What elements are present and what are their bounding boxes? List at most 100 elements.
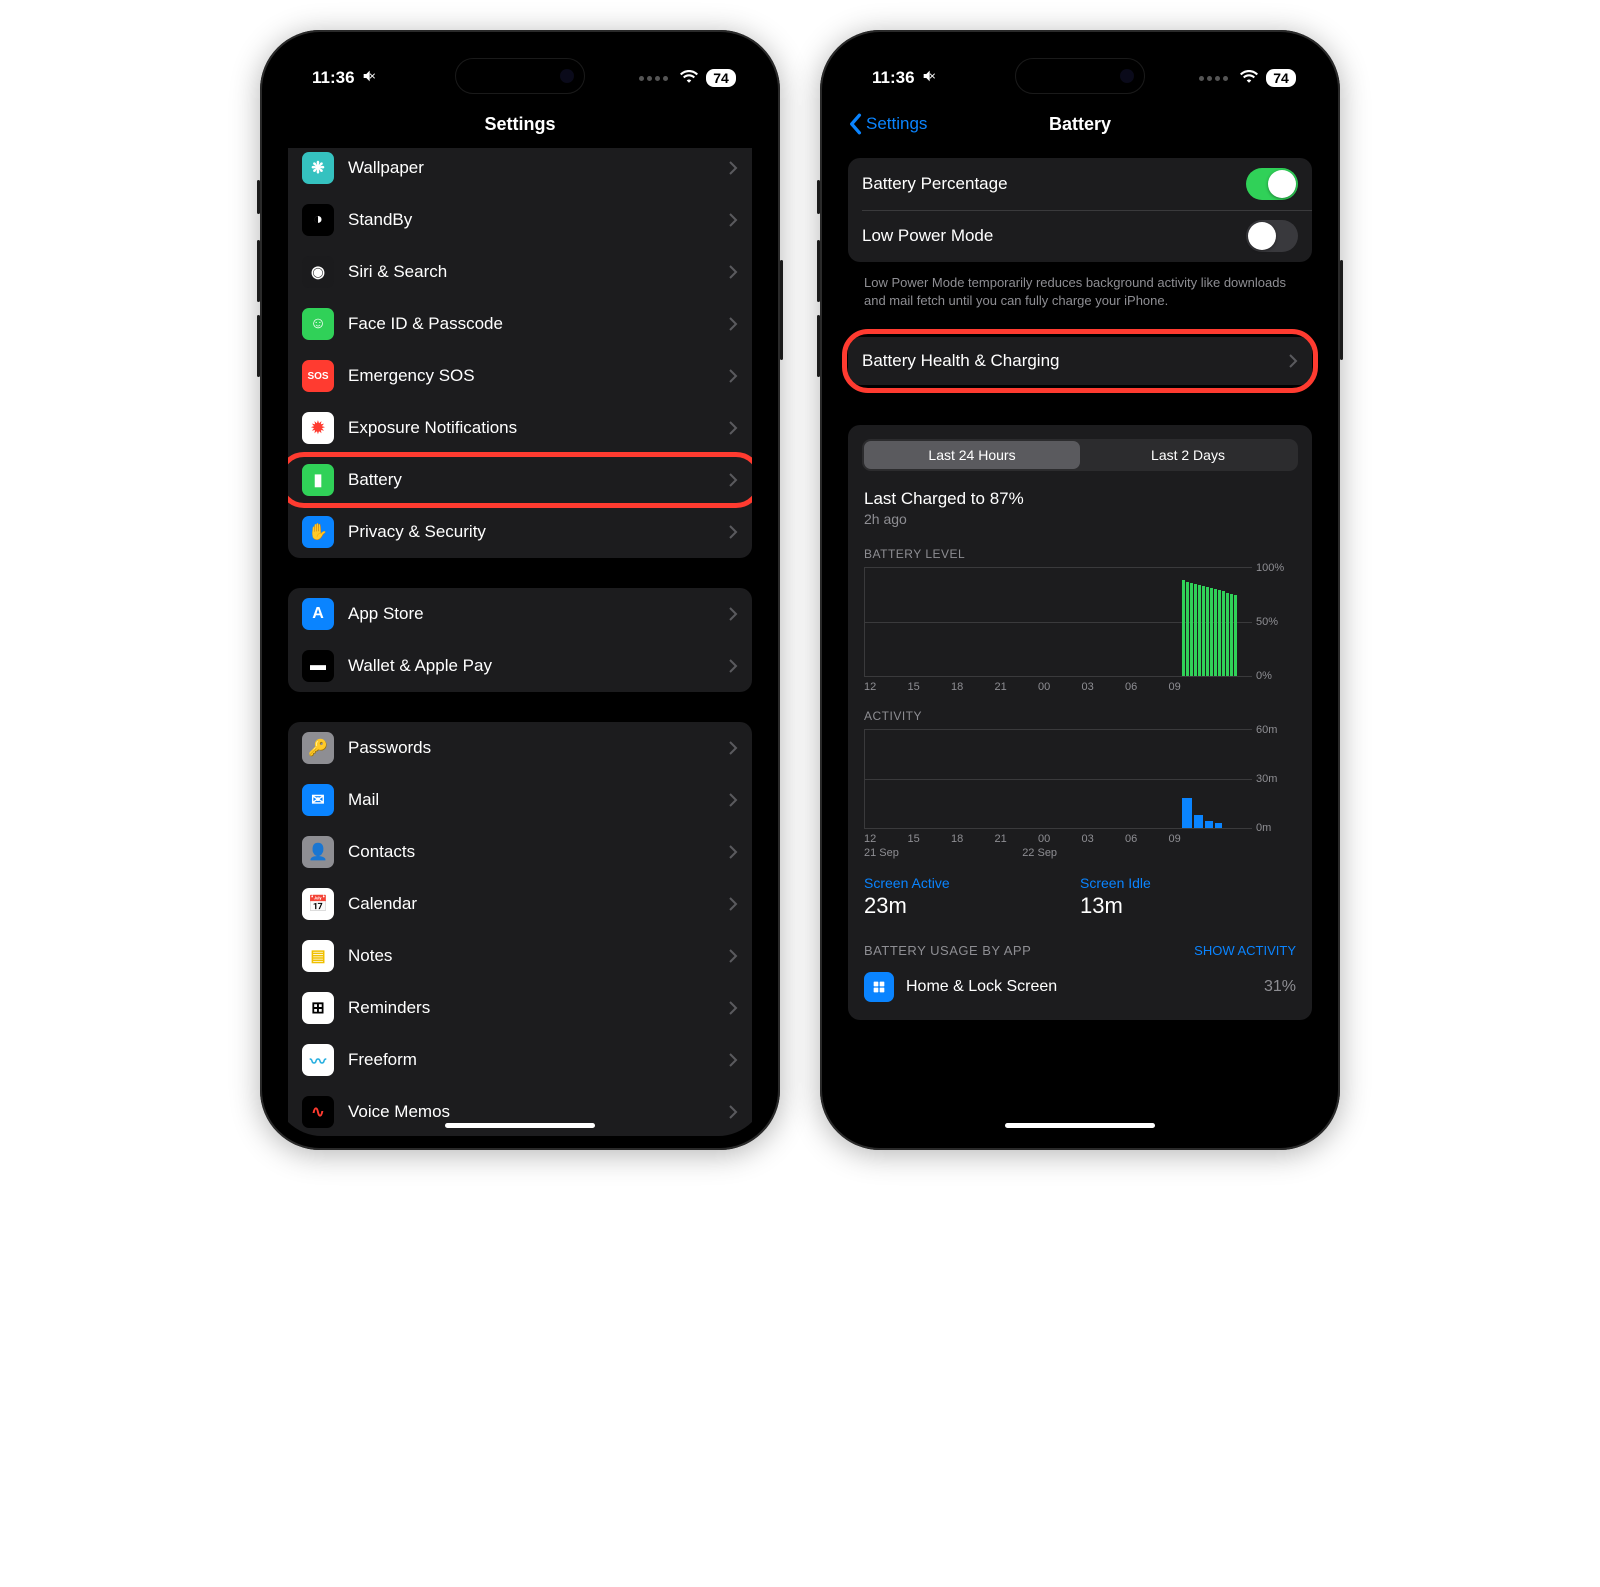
- usage-header: BATTERY USAGE BY APP: [864, 943, 1031, 958]
- settings-label: Notes: [348, 946, 714, 966]
- settings-row-mail[interactable]: ✉ Mail: [288, 774, 752, 826]
- contacts-icon: 👤: [302, 836, 334, 868]
- home-indicator[interactable]: [445, 1123, 595, 1128]
- time-range-segmented[interactable]: Last 24 Hours Last 2 Days: [862, 439, 1298, 471]
- chevron-right-icon: [728, 316, 738, 332]
- segment-24h[interactable]: Last 24 Hours: [864, 441, 1080, 469]
- low-power-toggle[interactable]: [1246, 220, 1298, 252]
- silent-icon: [921, 68, 937, 89]
- chevron-right-icon: [728, 1052, 738, 1068]
- activity-header: ACTIVITY: [864, 709, 1296, 723]
- settings-row-standby[interactable]: ◑StandBy: [288, 194, 752, 246]
- settings-row-appstore[interactable]: A App Store: [288, 588, 752, 640]
- chevron-right-icon: [728, 160, 738, 176]
- mail-icon: ✉: [302, 784, 334, 816]
- settings-label: Wallpaper: [348, 158, 714, 178]
- app-usage-row[interactable]: Home & Lock Screen 31%: [848, 964, 1312, 1010]
- home-indicator[interactable]: [1005, 1123, 1155, 1128]
- settings-row-sos[interactable]: SOS Emergency SOS: [288, 350, 752, 402]
- status-time: 11:36: [312, 68, 355, 88]
- settings-row-wallpaper[interactable]: ❋ Wallpaper: [288, 148, 752, 194]
- segment-2d[interactable]: Last 2 Days: [1080, 441, 1296, 469]
- settings-row-passwords[interactable]: 🔑 Passwords: [288, 722, 752, 774]
- battery-icon: ▮: [302, 464, 334, 496]
- settings-label: Voice Memos: [348, 1102, 714, 1122]
- show-activity-link[interactable]: SHOW ACTIVITY: [1194, 943, 1296, 958]
- settings-row-freeform[interactable]: 〰Freeform: [288, 1034, 752, 1086]
- app-switcher-dots-icon: [639, 76, 668, 81]
- last-charged-sub: 2h ago: [864, 511, 1296, 527]
- low-power-row[interactable]: Low Power Mode: [848, 210, 1312, 262]
- exposure-icon: ✹: [302, 412, 334, 444]
- privacy-icon: ✋: [302, 516, 334, 548]
- battery-percentage-label: Battery Percentage: [862, 174, 1232, 194]
- back-label: Settings: [866, 114, 927, 134]
- chevron-right-icon: [728, 1104, 738, 1120]
- battery-health-label: Battery Health & Charging: [862, 351, 1274, 371]
- settings-label: Emergency SOS: [348, 366, 714, 386]
- faceid-icon: ☺: [302, 308, 334, 340]
- settings-list[interactable]: ❋ Wallpaper ◑StandBy◉Siri & Search ☺ Face ID…: [274, 148, 766, 1136]
- chevron-right-icon: [728, 844, 738, 860]
- settings-label: Freeform: [348, 1050, 714, 1070]
- activity-chart: 60m 30m 0m: [864, 729, 1252, 829]
- battery-health-row[interactable]: Battery Health & Charging: [848, 337, 1312, 385]
- app-switcher-dots-icon: [1199, 76, 1228, 81]
- nav-bar: Settings: [274, 100, 766, 148]
- settings-label: App Store: [348, 604, 714, 624]
- settings-row-reminders[interactable]: ⊞Reminders: [288, 982, 752, 1034]
- voicememos-icon: ∿: [302, 1096, 334, 1128]
- status-time: 11:36: [872, 68, 915, 88]
- battery-level-xaxis: 1215182100030609: [864, 681, 1252, 693]
- passwords-icon: 🔑: [302, 732, 334, 764]
- battery-content[interactable]: Battery Percentage Low Power Mode Low Po…: [834, 148, 1326, 1136]
- wallpaper-icon: ❋: [302, 152, 334, 184]
- chevron-right-icon: [728, 740, 738, 756]
- battery-percentage-row[interactable]: Battery Percentage: [848, 158, 1312, 210]
- silent-icon: [361, 68, 377, 89]
- chevron-right-icon: [728, 792, 738, 808]
- wallet-icon: ▬: [302, 650, 334, 682]
- settings-label: Mail: [348, 790, 714, 810]
- battery-percentage-toggle[interactable]: [1246, 168, 1298, 200]
- siri-icon: ◉: [302, 256, 334, 288]
- activity-dates: 21 Sep 22 Sep: [864, 847, 1252, 859]
- screen-idle-stat: Screen Idle 13m: [1080, 875, 1296, 919]
- settings-row-notes[interactable]: ▤Notes: [288, 930, 752, 982]
- low-power-label: Low Power Mode: [862, 226, 1232, 246]
- settings-row-calendar[interactable]: 📅Calendar: [288, 878, 752, 930]
- chevron-right-icon: [728, 368, 738, 384]
- activity-xaxis: 1215182100030609: [864, 833, 1252, 845]
- phone-left: 11:36 74 Settings ❋Wallpaper◑StandBy◉Sir…: [260, 30, 780, 1150]
- settings-row-faceid[interactable]: ☺ Face ID & Passcode: [288, 298, 752, 350]
- settings-label: Passwords: [348, 738, 714, 758]
- nav-bar: Settings Battery: [834, 100, 1326, 148]
- home-lock-icon: [864, 972, 894, 1002]
- settings-label: Battery: [348, 470, 714, 490]
- appstore-icon: A: [302, 598, 334, 630]
- chevron-right-icon: [728, 948, 738, 964]
- settings-label: Calendar: [348, 894, 714, 914]
- settings-row-exposure[interactable]: ✹Exposure Notifications: [288, 402, 752, 454]
- settings-row-siri[interactable]: ◉Siri & Search: [288, 246, 752, 298]
- chevron-right-icon: [728, 264, 738, 280]
- back-button[interactable]: Settings: [848, 113, 927, 135]
- settings-row-battery[interactable]: ▮ Battery: [288, 454, 752, 506]
- battery-indicator: 74: [1266, 69, 1296, 87]
- settings-label: Face ID & Passcode: [348, 314, 714, 334]
- settings-row-privacy[interactable]: ✋Privacy & Security: [288, 506, 752, 558]
- chevron-right-icon: [728, 1000, 738, 1016]
- chevron-right-icon: [728, 606, 738, 622]
- page-title: Battery: [1049, 114, 1111, 135]
- chevron-right-icon: [728, 896, 738, 912]
- wifi-icon: [680, 68, 698, 88]
- settings-row-voicememos[interactable]: ∿ Voice Memos: [288, 1086, 752, 1136]
- settings-row-contacts[interactable]: 👤 Contacts: [288, 826, 752, 878]
- chevron-right-icon: [728, 524, 738, 540]
- page-title: Settings: [484, 114, 555, 135]
- dynamic-island: [455, 58, 585, 94]
- last-charged-title: Last Charged to 87%: [864, 489, 1296, 509]
- settings-row-wallet[interactable]: ▬Wallet & Apple Pay: [288, 640, 752, 692]
- settings-label: Contacts: [348, 842, 714, 862]
- sos-icon: SOS: [302, 360, 334, 392]
